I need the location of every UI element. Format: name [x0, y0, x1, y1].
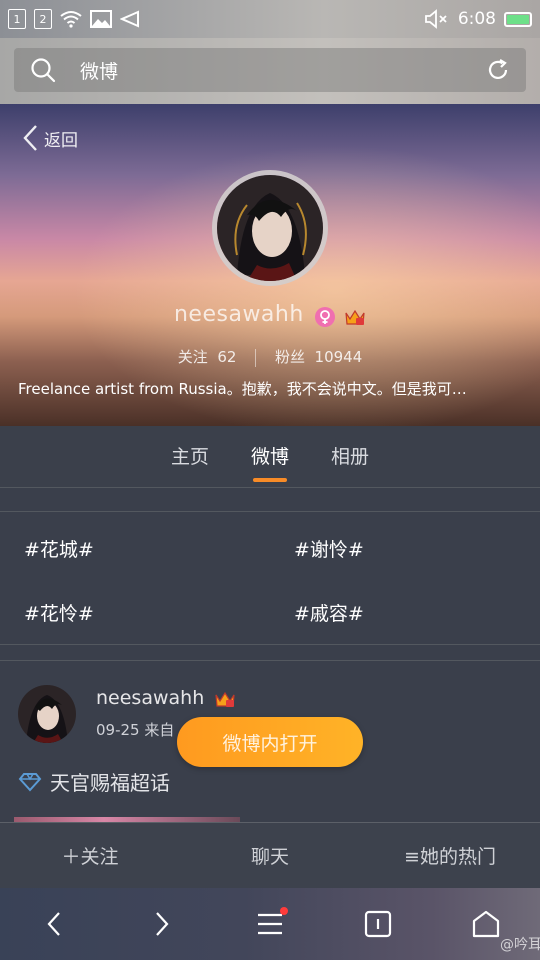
profile-actions: ＋关注 聊天 ≡她的热门 — [0, 822, 540, 888]
chat-button[interactable]: 聊天 — [180, 842, 360, 869]
search-area: 微博 — [0, 38, 540, 104]
watermark: @吟耳 — [500, 937, 540, 953]
browser-nav: @吟耳 — [0, 888, 540, 960]
status-bar: 1 2 6:08 — [0, 0, 540, 38]
chevron-right-icon — [156, 912, 169, 936]
following-count: 62 — [217, 348, 237, 366]
hashtag-grid: #花城# #谢怜# #花怜# #戚容# — [0, 513, 540, 645]
chevron-left-icon — [47, 912, 60, 936]
tabs-icon — [364, 910, 392, 938]
profile-tabs: 主页 微博 相册 — [0, 426, 540, 488]
hashtag-item[interactable]: #戚容# — [294, 599, 364, 626]
forward-nav-button[interactable] — [108, 911, 216, 937]
following-stat[interactable]: 关注 62 — [178, 348, 237, 366]
hashtag-item[interactable]: #谢怜# — [294, 535, 364, 562]
profile-stats: 关注 62 粉丝 10944 — [0, 346, 540, 367]
chevron-left-icon — [23, 125, 37, 151]
battery-icon — [504, 11, 532, 27]
profile-username-row: neesawahh — [0, 302, 540, 327]
divider-strip — [0, 488, 540, 512]
topic-label: 天官赐福超话 — [50, 771, 170, 795]
reload-icon[interactable] — [486, 58, 510, 82]
followers-stat[interactable]: 粉丝 10944 — [275, 348, 362, 366]
profile-avatar[interactable] — [212, 170, 328, 286]
mute-icon — [424, 9, 447, 29]
female-icon — [314, 306, 335, 327]
hashtag-item[interactable]: #花城# — [24, 535, 94, 562]
search-icon[interactable] — [30, 57, 56, 83]
hot-posts-button[interactable]: ≡她的热门 — [360, 842, 540, 869]
home-icon — [472, 910, 500, 938]
sim1-icon: 1 — [8, 9, 26, 29]
post-meta: 09-25 来自 — [96, 721, 175, 739]
list-icon: ≡ — [404, 846, 420, 868]
tab-home[interactable]: 主页 — [171, 426, 209, 487]
diamond-icon — [18, 772, 42, 791]
vip-crown-icon — [345, 309, 365, 325]
wifi-icon — [60, 11, 82, 28]
back-button[interactable]: 返回 — [22, 124, 78, 152]
profile-username: neesawahh — [173, 302, 304, 327]
back-nav-button[interactable] — [0, 911, 108, 937]
search-bar[interactable]: 微博 — [14, 48, 526, 92]
vip-crown-icon — [215, 691, 235, 707]
follow-button[interactable]: ＋关注 — [0, 842, 180, 869]
tab-weibo[interactable]: 微博 — [251, 426, 289, 487]
stats-divider — [255, 348, 257, 367]
post-username[interactable]: neesawahh — [96, 687, 204, 709]
image-icon — [90, 10, 112, 28]
plus-icon: ＋ — [61, 846, 81, 868]
menu-icon — [258, 913, 282, 935]
open-in-weibo-button[interactable]: 微博内打开 — [177, 717, 363, 767]
followers-count: 10944 — [314, 348, 363, 366]
post-username-row[interactable]: neesawahh — [96, 687, 236, 709]
cast-icon — [120, 10, 139, 28]
search-query[interactable]: 微博 — [80, 57, 118, 84]
profile-cover: 返回 neesawahh 关注 62 粉丝 10944 Freelance ar… — [0, 104, 540, 426]
profile-bio: Freelance artist from Russia。抱歉，我不会说中文。但… — [18, 380, 467, 398]
tabs-button[interactable] — [324, 910, 432, 938]
back-label: 返回 — [44, 130, 78, 151]
tab-album[interactable]: 相册 — [331, 426, 369, 487]
hashtag-item[interactable]: #花怜# — [24, 599, 94, 626]
sim2-icon: 2 — [34, 9, 52, 29]
post-avatar[interactable] — [18, 685, 76, 743]
menu-button[interactable] — [216, 907, 324, 935]
clock: 6:08 — [457, 9, 496, 29]
notification-dot — [280, 907, 288, 915]
post-topic[interactable]: 天官赐福超话 — [18, 767, 170, 796]
